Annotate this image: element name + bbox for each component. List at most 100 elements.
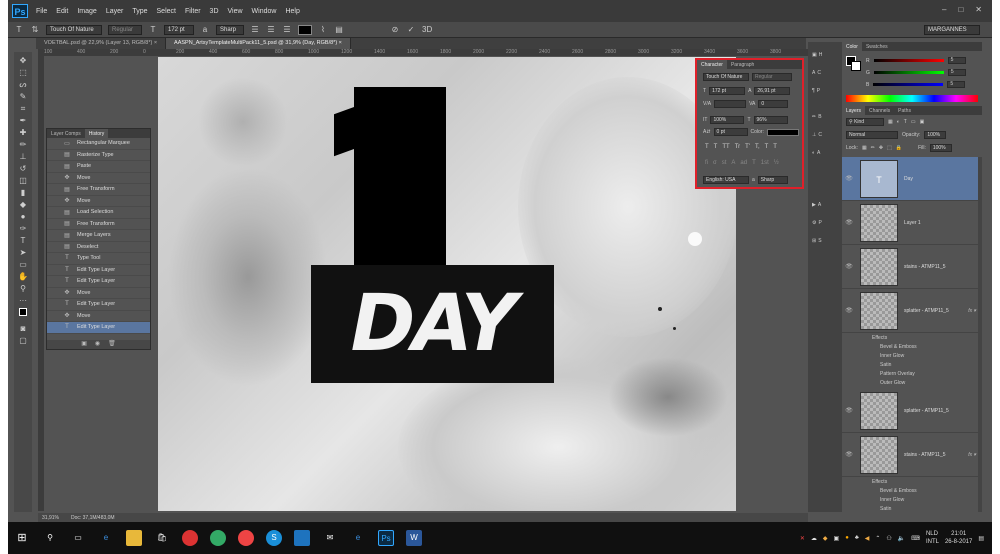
tab-paragraph[interactable]: Paragraph <box>727 60 758 69</box>
type-tool-icon[interactable]: T <box>14 25 24 35</box>
red-slider[interactable] <box>873 59 944 62</box>
shape-tool-icon[interactable]: ▭ <box>17 260 29 270</box>
photoshop-taskbar-icon[interactable]: Ps <box>378 530 394 546</box>
font-style-field[interactable]: Regular <box>752 73 792 81</box>
tray-app-icon[interactable]: ◀ <box>865 535 870 542</box>
horizontal-scale-field[interactable]: 96% <box>753 116 788 124</box>
paragraph-panel-button[interactable]: ¶ P <box>812 88 820 94</box>
baseline-field[interactable]: 0 pt <box>713 128 748 136</box>
stamp-tool-icon[interactable]: ⊥ <box>17 152 29 162</box>
volume-icon[interactable]: 🔈 <box>898 535 905 542</box>
filter-adjust-icon[interactable]: ◐ <box>897 119 900 125</box>
opentype-button[interactable]: T <box>752 160 756 166</box>
opentype-button[interactable]: σ <box>713 160 717 166</box>
filter-shape-icon[interactable]: ▭ <box>911 119 916 125</box>
pen-tool-icon[interactable]: ✑ <box>17 224 29 234</box>
workspace-select[interactable]: MARGANNES <box>924 25 980 35</box>
opentype-button[interactable]: ½ <box>774 160 779 166</box>
text-color-swatch[interactable] <box>298 24 312 35</box>
type-style-button[interactable]: T <box>765 144 769 150</box>
history-item[interactable]: ✥ Move <box>47 173 150 184</box>
history-item[interactable]: ▤ Load Selection <box>47 207 150 219</box>
layer-effect[interactable]: Outer Glow <box>880 380 905 386</box>
camera-icon[interactable]: ◉ <box>95 340 100 349</box>
history-brush-tool-icon[interactable]: ↺ <box>17 164 29 174</box>
tray-app-icon[interactable]: ✕ <box>800 535 805 542</box>
menu-select[interactable]: Select <box>157 8 176 15</box>
actions-panel-button[interactable]: ▶ A <box>812 202 821 208</box>
properties-panel-button[interactable]: ⚙ P <box>812 220 822 226</box>
menu-file[interactable]: File <box>36 8 47 15</box>
filter-pixel-icon[interactable]: ▦ <box>888 119 893 125</box>
background-color-swatch[interactable] <box>851 61 861 71</box>
history-item[interactable]: ▤ Rasterize Type <box>47 150 150 161</box>
vertical-scale-field[interactable]: 100% <box>710 116 745 124</box>
character-panel-button[interactable]: AC <box>812 70 821 76</box>
history-item[interactable]: ✥ Move <box>47 196 150 207</box>
windows-start-icon[interactable]: ⊞ <box>14 530 30 546</box>
font-size-select[interactable]: 172 pt <box>164 24 194 35</box>
red-value[interactable]: 5 <box>947 57 966 64</box>
layer-row[interactable]: 👁 splatter - ATMP11_5 <box>842 389 982 433</box>
history-item[interactable]: ✥ Move <box>47 311 150 322</box>
zoom-level[interactable]: 31,91% <box>42 515 59 521</box>
visibility-eye-icon[interactable]: 👁 <box>844 175 854 182</box>
type-style-button[interactable]: T <box>773 144 777 150</box>
lock-artboard-icon[interactable]: ⬚ <box>887 145 892 151</box>
marquee-tool-icon[interactable]: ⬚ <box>17 68 29 78</box>
task-view-icon[interactable]: ▭ <box>70 530 86 546</box>
kerning-field[interactable] <box>714 100 747 108</box>
layer-effect[interactable]: Satin <box>880 362 891 368</box>
language-indicator[interactable]: NLD INTL <box>926 530 939 546</box>
layers-scrollbar[interactable] <box>978 157 982 512</box>
warp-text-icon[interactable]: ⌇ <box>318 25 328 35</box>
font-style-select[interactable]: Regular <box>108 24 142 35</box>
tab-character[interactable]: Character <box>697 60 727 69</box>
history-item[interactable]: ▭ Rectangular Marquee <box>47 138 150 150</box>
adjustments-panel-button[interactable]: ◐ A <box>812 150 820 156</box>
layer-effect[interactable]: Bevel & Emboss <box>880 488 917 494</box>
crop-tool-icon[interactable]: ⌗ <box>17 104 29 114</box>
tab-channels[interactable]: Channels <box>865 106 894 115</box>
more-tools-icon[interactable]: ··· <box>17 296 29 306</box>
opentype-button[interactable]: fi <box>705 160 708 166</box>
font-size-field[interactable]: 172 pt <box>709 87 746 95</box>
blend-mode-select[interactable]: Normal <box>846 131 898 139</box>
align-right-icon[interactable]: ☰ <box>282 25 292 35</box>
brush-tool-icon[interactable]: ✏ <box>17 140 29 150</box>
document-canvas[interactable]: DAY 1 <box>158 57 736 511</box>
notifications-icon[interactable]: ▤ <box>978 535 984 542</box>
layer-effect[interactable]: Satin <box>880 506 891 512</box>
eyedropper-tool-icon[interactable]: ✒ <box>17 116 29 126</box>
close-button[interactable]: ✕ <box>975 5 982 14</box>
lock-pixels-icon[interactable]: ▦ <box>862 145 867 151</box>
tray-app-icon[interactable]: ▣ <box>834 535 840 542</box>
history-panel-button[interactable]: ▣ H <box>812 52 822 58</box>
history-item[interactable]: ▤ Free Transform <box>47 219 150 230</box>
trash-icon[interactable]: 🗑 <box>108 340 116 349</box>
layer-effect[interactable]: Inner Glow <box>880 353 904 359</box>
green-value[interactable]: 5 <box>947 69 966 76</box>
tab-history[interactable]: History <box>84 129 109 138</box>
quick-mask-icon[interactable]: ◙ <box>17 324 29 334</box>
tab-color[interactable]: Color <box>842 42 862 51</box>
history-item[interactable]: T Edit Type Layer <box>47 322 150 334</box>
eraser-tool-icon[interactable]: ◫ <box>17 176 29 186</box>
color-swatches-icon[interactable] <box>17 308 29 322</box>
history-item[interactable]: ▤ Merge Layers <box>47 230 150 242</box>
menu-layer[interactable]: Layer <box>106 8 124 15</box>
visibility-eye-icon[interactable]: 👁 <box>844 451 854 458</box>
skype-icon[interactable]: S <box>266 530 282 546</box>
search-icon[interactable]: ⚲ <box>42 530 58 546</box>
tab-voetbal[interactable]: VOETBAL.psd @ 22,9% (Layer 13, RGB/8*) × <box>36 38 167 49</box>
store-icon[interactable]: 🛍 <box>154 530 170 546</box>
menu-help[interactable]: Help <box>285 8 299 15</box>
type-style-button[interactable]: Tr <box>735 144 740 150</box>
app-icon[interactable] <box>238 530 254 546</box>
visibility-eye-icon[interactable]: 👁 <box>844 219 854 226</box>
type-style-button[interactable]: T <box>714 144 718 150</box>
text-color-swatch[interactable] <box>766 128 799 136</box>
dodge-tool-icon[interactable]: ● <box>17 212 29 222</box>
menu-view[interactable]: View <box>228 8 243 15</box>
blue-value[interactable]: 5 <box>947 81 966 88</box>
